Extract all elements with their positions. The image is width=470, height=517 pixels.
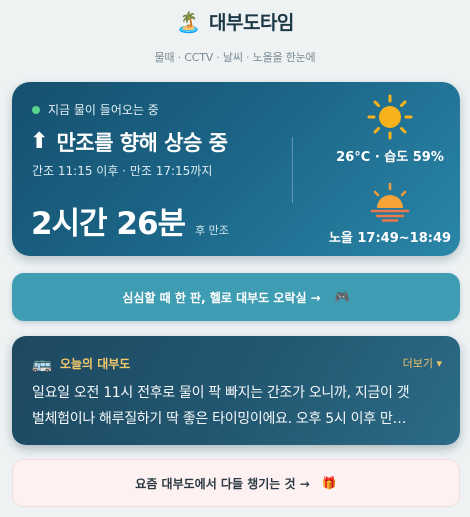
app-title[interactable]: 대부도타임 [209, 8, 294, 35]
arrow-up-icon: ⬆ [30, 129, 49, 154]
gift-icon: 🎁 [321, 476, 337, 490]
tide-status-row: ⬆ 만조를 향해 상승 중 [30, 127, 228, 157]
today-description-line-1: 일요일 오전 11시 전후로 물이 팍 빠지는 간조가 오니까, 지금이 갯 [32, 385, 410, 401]
gift-link-label: 요즘 대부도에서 다들 챙기는 것 → [135, 476, 310, 491]
arcade-link-label: 심심할 때 한 판, 헬로 대부도 오락실 → [122, 290, 321, 305]
title-row: 🏝️ 대부도타임 [0, 8, 470, 35]
gift-link-button[interactable]: 요즘 대부도에서 다들 챙기는 것 → 🎁 [12, 459, 460, 507]
sunset-time: 노을 17:49~18:49 [328, 231, 452, 246]
arcade-link-button[interactable]: 심심할 때 한 판, 헬로 대부도 오락실 → 🎮 [12, 273, 460, 321]
sunset-icon [370, 182, 410, 222]
today-title: 오늘의 대부도 [59, 357, 131, 371]
live-dot-icon [32, 105, 40, 114]
app-header: 🏝️ 대부도타임 물때 · CCTV · 날씨 · 노을을 한눈에 [0, 0, 470, 65]
vertical-divider [292, 137, 293, 203]
today-description-line-2: 벌체험이나 해루질하기 딱 좋은 타이밍이에요. 오후 5시 이후 만… [32, 411, 407, 427]
palm-tree-icon: 🏝️ [176, 9, 201, 34]
tide-status-text: 만조를 향해 상승 중 [56, 131, 228, 155]
tide-times: 간조 11:15 이후 · 만조 17:15까지 [32, 164, 213, 178]
today-daebudo-card: 🚌 오늘의 대부도 더보기 ▾ 일요일 오전 11시 전후로 물이 팍 빠지는 … [12, 336, 460, 445]
sun-icon [367, 94, 413, 140]
high-tide-countdown: 2시간 26분 후 만조 [31, 198, 229, 243]
tide-status-card: 지금 물이 들어오는 중 ⬆ 만조를 향해 상승 중 간조 11:15 이후 ·… [12, 82, 460, 256]
weather-readout: 26°C · 습도 59% [336, 150, 444, 165]
countdown-value: 2시간 26분 [31, 206, 186, 242]
live-status-label: 지금 물이 들어오는 중 [48, 103, 159, 117]
countdown-suffix: 후 만조 [195, 224, 229, 237]
today-description: 일요일 오전 11시 전후로 물이 팍 빠지는 간조가 오니까, 지금이 갯 벌… [32, 380, 444, 432]
today-header: 🚌 오늘의 대부도 [32, 354, 130, 373]
game-controller-icon: 🎮 [334, 290, 350, 304]
bus-icon: 🚌 [32, 354, 52, 373]
app-subtitle: 물때 · CCTV · 날씨 · 노을을 한눈에 [154, 51, 316, 64]
live-status-row: 지금 물이 들어오는 중 [32, 101, 159, 118]
more-button[interactable]: 더보기 ▾ [403, 355, 442, 371]
